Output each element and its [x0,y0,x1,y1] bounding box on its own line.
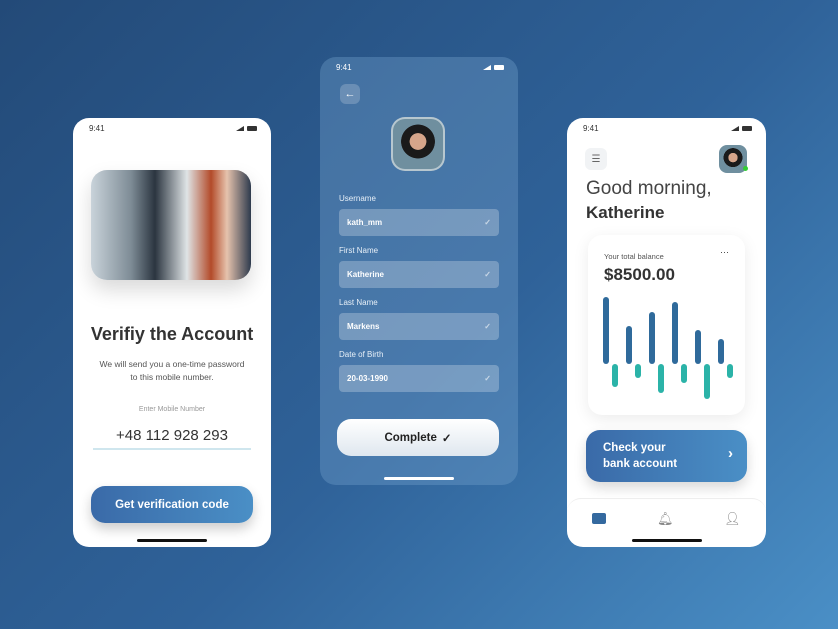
status-bar: 9:41 [336,63,504,72]
subtitle-line: to this mobile number. [130,372,214,382]
avatar[interactable] [391,117,445,171]
field-value: kath_mm [347,218,383,227]
home-indicator [631,539,702,542]
income-bar [695,330,701,364]
battery-icon [742,126,752,131]
more-options-icon[interactable]: ··· [720,247,729,257]
field-value: Katherine [347,270,384,279]
menu-button[interactable]: ☰ [585,148,607,170]
expense-bar [704,364,710,399]
subtitle-line: We will send you a one-time password [99,359,245,369]
username-label: Username [339,194,376,203]
status-bar: 9:41 [89,124,257,133]
username-field[interactable]: kath_mm ✓ [339,209,499,236]
expense-bar [635,364,641,378]
check-icon: ✓ [484,270,491,279]
office-photo [91,170,251,280]
dob-field[interactable]: 20-03-1990 ✓ [339,365,499,392]
dob-label: Date of Birth [339,350,384,359]
first-name-label: First Name [339,246,379,255]
signal-icon [483,65,491,70]
check-icon: ✓ [484,218,491,227]
get-verification-code-button[interactable]: Get verification code [91,486,253,523]
home-indicator [137,539,207,542]
complete-label: Complete [384,431,437,444]
first-name-field[interactable]: Katherine ✓ [339,261,499,288]
expense-bar [681,364,687,383]
signal-icon [236,126,244,131]
last-name-field[interactable]: Markens ✓ [339,313,499,340]
expense-bar [727,364,733,378]
last-name-label: Last Name [339,298,378,307]
user-name: Katherine [586,203,665,222]
income-bar [626,326,632,364]
expense-bar [658,364,664,393]
chevron-right-icon: › [728,445,733,462]
check-icon: ✓ [484,322,491,331]
check-bank-account-button[interactable]: Check your bank account › [586,430,747,482]
cta-line: Check your [603,442,666,454]
field-value: 20-03-1990 [347,374,388,383]
income-bar [718,339,724,364]
income-bar [603,297,609,364]
mobile-label: Enter Mobile Number [138,406,206,413]
balance-card: Your total balance ··· $8500.00 [588,235,745,415]
status-bar: 9:41 [583,124,752,133]
balance-amount: $8500.00 [604,265,675,284]
check-icon: ✓ [484,374,491,383]
back-button[interactable]: ← [340,84,360,104]
signal-icon [731,126,739,131]
status-time: 9:41 [336,63,352,72]
income-bar [672,302,678,364]
cta-line: bank account [603,458,678,470]
subtitle: We will send you a one-time password to t… [93,358,251,384]
field-value: Markens [347,322,380,331]
page-title: Verifiy the Account [90,324,254,344]
status-time: 9:41 [583,124,599,133]
wallet-icon[interactable] [592,513,607,524]
expense-bar [612,364,618,387]
mobile-number-input[interactable]: +48 112 928 293 [93,427,251,450]
profile-screen: 9:41 ← Username kath_mm ✓ First Name Kath… [320,57,518,485]
user-icon[interactable]: 👤︎ [724,511,741,547]
status-time: 9:41 [89,124,105,133]
greeting: Good morning, [586,178,712,199]
home-indicator [384,477,454,480]
income-bar [649,312,655,364]
dashboard-screen: 9:41 ☰ Good morning, Katherine Your tota… [567,118,766,547]
avatar[interactable] [719,145,748,173]
verify-screen: 9:41 Verifiy the Account We will send yo… [73,118,271,547]
battery-icon [247,126,257,131]
complete-button[interactable]: Complete ✓ [337,419,499,456]
battery-icon [494,65,504,70]
online-indicator [743,166,748,171]
balance-label: Your total balance [604,252,664,261]
check-icon: ✓ [441,432,452,445]
